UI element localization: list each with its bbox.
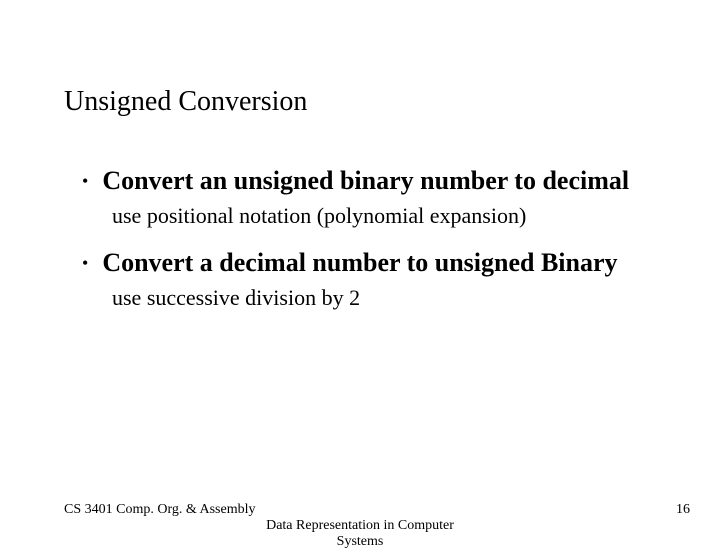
footer-center: Data Representation in Computer Systems (0, 518, 720, 550)
bullet-item: • Convert an unsigned binary number to d… (82, 165, 662, 197)
slide-title: Unsigned Conversion (64, 86, 307, 118)
footer-center-text: Data Representation in Computer Systems (250, 518, 470, 550)
bullet-subtext: use positional notation (polynomial expa… (112, 203, 662, 229)
footer-page-number: 16 (676, 502, 690, 518)
bullet-item: • Convert a decimal number to unsigned B… (82, 247, 662, 279)
slide-content: • Convert an unsigned binary number to d… (82, 165, 662, 329)
bullet-subtext: use successive division by 2 (112, 285, 662, 311)
footer-left: CS 3401 Comp. Org. & Assembly (64, 502, 256, 518)
bullet-heading: Convert a decimal number to unsigned Bin… (102, 247, 617, 279)
bullet-icon: • (82, 165, 88, 197)
bullet-heading: Convert an unsigned binary number to dec… (102, 165, 629, 197)
bullet-icon: • (82, 247, 88, 279)
slide: Unsigned Conversion • Convert an unsigne… (0, 0, 720, 540)
